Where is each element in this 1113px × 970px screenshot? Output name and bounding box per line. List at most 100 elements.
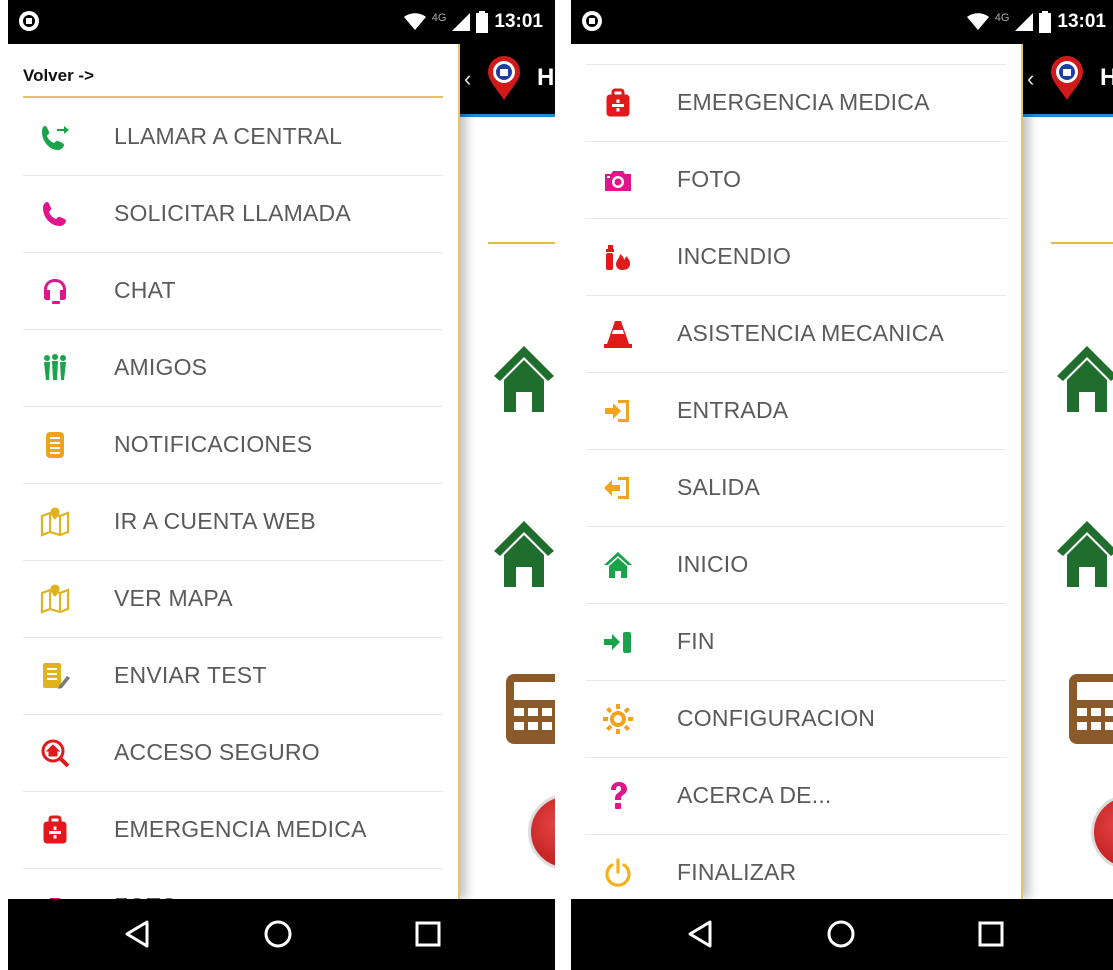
menu-item[interactable]: FIN (586, 604, 1006, 681)
system-nav-bar (571, 899, 1113, 970)
menu-item[interactable]: CHAT (23, 253, 443, 330)
menu-item[interactable]: ACCESO SEGURO (23, 715, 443, 792)
calculator-icon[interactable] (1069, 674, 1113, 744)
clock: 13:01 (494, 11, 543, 32)
menu-item[interactable]: FOTO (23, 869, 443, 899)
menu-item-label: ACERCA DE... (677, 782, 832, 808)
checklist-icon (39, 660, 71, 692)
panic-button[interactable] (1091, 794, 1113, 870)
headset-icon (39, 275, 71, 307)
back-chevron-icon[interactable]: ‹ (464, 66, 471, 92)
secure-search-icon (39, 737, 71, 769)
menu-item[interactable]: INICIO (586, 527, 1006, 604)
signal-icon (452, 13, 471, 31)
menu-item[interactable]: LLAMAR A CENTRAL (23, 99, 443, 176)
menu-item[interactable]: EMERGENCIA MEDICA (23, 792, 443, 869)
menu-item-label: INCENDIO (677, 243, 792, 269)
menu-item-label: AMIGOS (114, 354, 208, 380)
wifi-icon (403, 13, 426, 30)
fire-extinguisher-icon (602, 241, 634, 273)
back-icon[interactable] (684, 917, 718, 951)
drawer-title-divider (23, 96, 443, 98)
phone-screen-right: 4G 13:01 ‹ H EMERGENCIA MEDICA FOTO INCEND… (571, 0, 1113, 970)
menu-item-label: VER MAPA (114, 585, 233, 611)
menu-item[interactable]: CONFIGURACION (586, 681, 1006, 758)
menu-item[interactable]: IR A CUENTA WEB (23, 484, 443, 561)
clock: 13:01 (1057, 11, 1106, 32)
menu-item-label: FOTO (677, 166, 742, 192)
home-icon[interactable] (1057, 344, 1113, 414)
menu-item[interactable]: ASISTENCIA MECANICA (586, 296, 1006, 373)
home-icon[interactable] (494, 344, 554, 414)
recents-icon[interactable] (411, 917, 445, 951)
system-nav-bar (8, 899, 555, 970)
home-icon[interactable] (494, 519, 554, 589)
question-icon (602, 780, 634, 812)
menu-item-label: EMERGENCIA MEDICA (114, 816, 367, 842)
home-circle-icon[interactable] (261, 917, 295, 951)
menu-item[interactable]: NOTIFICACIONES (23, 407, 443, 484)
menu-item-label: FINALIZAR (677, 859, 797, 885)
menu-item-label: ASISTENCIA MECANICA (677, 320, 945, 346)
app-header: ‹ H (1021, 44, 1113, 116)
network-type: 4G (431, 12, 447, 24)
menu-item[interactable]: VER MAPA (23, 561, 443, 638)
menu-item-label: ENTRADA (677, 397, 789, 423)
status-bar: 4G 13:01 (571, 0, 1113, 44)
phone-screen-left: 4G 13:01 ‹ H Volver -> LLAMAR A CENTRAL S… (8, 0, 555, 970)
signal-icon (1015, 13, 1034, 31)
menu-item-label: FIN (677, 628, 715, 654)
app-logo-icon (488, 56, 520, 100)
gutter (555, 0, 571, 970)
menu-item-label: SALIDA (677, 474, 761, 500)
battery-icon (476, 11, 489, 33)
menu-item[interactable]: FOTO (586, 142, 1006, 219)
menu-item[interactable]: AMIGOS (23, 330, 443, 407)
back-link[interactable]: Volver -> (23, 66, 94, 86)
app-header-title: H (537, 64, 555, 91)
home-circle-icon[interactable] (824, 917, 858, 951)
menu-item-label: ACCESO SEGURO (114, 739, 320, 765)
map-icon (39, 583, 71, 615)
app-notification-icon (19, 11, 39, 31)
navigation-drawer: EMERGENCIA MEDICA FOTO INCENDIO ASISTENCIA … (571, 44, 1023, 899)
menu-item-label: INICIO (677, 551, 749, 577)
network-type: 4G (994, 12, 1010, 24)
menu-item[interactable]: SALIDA (586, 450, 1006, 527)
menu-item[interactable]: FINALIZAR (586, 835, 1006, 899)
menu-item-label: CHAT (114, 277, 176, 303)
people-icon (39, 352, 71, 384)
recents-icon[interactable] (974, 917, 1008, 951)
menu-item[interactable]: SOLICITAR LLAMADA (23, 176, 443, 253)
back-chevron-icon[interactable]: ‹ (1027, 66, 1034, 92)
menu-item[interactable]: EMERGENCIA MEDICA (586, 65, 1006, 142)
menu-item[interactable]: INCENDIO (586, 219, 1006, 296)
header-divider (458, 114, 555, 117)
gear-icon (602, 703, 634, 735)
menu-item-label: IR A CUENTA WEB (114, 508, 316, 534)
menu-item-label: ENVIAR TEST (114, 662, 267, 688)
menu-item[interactable]: ENVIAR TEST (23, 638, 443, 715)
battery-icon (1039, 11, 1052, 33)
background-app: ‹ H (458, 44, 555, 899)
menu-item-label: EMERGENCIA MEDICA (677, 89, 930, 115)
home-icon[interactable] (1057, 519, 1113, 589)
wifi-icon (966, 13, 989, 30)
menu-item[interactable]: ENTRADA (586, 373, 1006, 450)
app-header: ‹ H (458, 44, 555, 116)
menu-item[interactable]: ACERCA DE... (586, 758, 1006, 835)
background-app: ‹ H (1021, 44, 1113, 899)
drawer-menu: EMERGENCIA MEDICA FOTO INCENDIO ASISTENCIA … (586, 65, 1006, 899)
medical-kit-icon (602, 87, 634, 119)
panic-button[interactable] (528, 794, 555, 870)
calculator-icon[interactable] (506, 674, 555, 744)
app-header-title: H (1100, 64, 1113, 91)
medical-kit-icon (39, 814, 71, 846)
header-divider (1021, 114, 1113, 117)
drawer-menu: LLAMAR A CENTRAL SOLICITAR LLAMADA CHAT AMI… (23, 99, 443, 899)
app-logo-icon (1051, 56, 1083, 100)
traffic-cone-icon (602, 318, 634, 350)
menu-item-label: NOTIFICACIONES (114, 431, 313, 457)
back-icon[interactable] (121, 917, 155, 951)
enter-icon (602, 395, 634, 427)
